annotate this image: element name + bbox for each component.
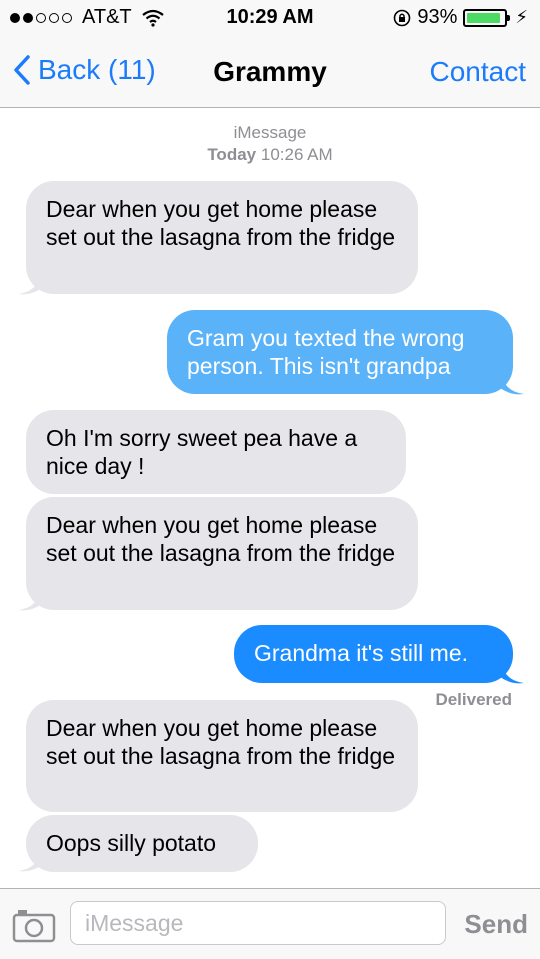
timestamp: Today 10:26 AM: [0, 144, 540, 166]
message-bubble-incoming[interactable]: Dear when you get home please set out th…: [26, 181, 418, 294]
rotation-lock-icon: [394, 9, 411, 26]
battery-percent: 93%: [417, 6, 458, 28]
nav-bar: Back (11) Grammy Contact: [0, 36, 540, 108]
timestamp-time: 10:26 AM: [260, 145, 333, 164]
bubble-tail-incoming: [18, 276, 42, 295]
message-bubble-incoming[interactable]: Oh I'm sorry sweet pea have a nice day !: [26, 410, 406, 494]
status-bar: AT&T 10:29 AM 93% ⚡︎: [0, 0, 540, 36]
bubble-tail-outgoing: [500, 665, 524, 684]
message-bubble-incoming[interactable]: Oops silly potato: [26, 815, 258, 872]
message-text: Oops silly potato: [46, 830, 217, 856]
message-bubble-outgoing[interactable]: Grandma it's still me.: [234, 625, 513, 683]
battery-fill: [467, 12, 501, 23]
message-bubble-incoming[interactable]: Dear when you get home please set out th…: [26, 700, 418, 812]
timestamp-day: Today: [207, 145, 257, 164]
battery-icon: [463, 8, 511, 27]
message-text: Dear when you get home please set out th…: [46, 196, 396, 250]
charging-bolt-icon: ⚡︎: [515, 7, 528, 27]
contact-button[interactable]: Contact: [430, 56, 527, 88]
message-text: Dear when you get home please set out th…: [46, 715, 396, 769]
compose-bar: Send: [0, 888, 540, 959]
service-label: iMessage: [233, 123, 307, 142]
delivered-status: Delivered: [435, 690, 512, 709]
bubble-tail-outgoing: [500, 376, 524, 395]
camera-icon[interactable]: [12, 907, 56, 943]
top-bar: AT&T 10:29 AM 93% ⚡︎ Back (11) Grammy Co…: [0, 0, 540, 108]
bubble-tail-incoming: [18, 592, 42, 611]
message-input[interactable]: [70, 901, 446, 945]
message-bubble-outgoing[interactable]: Gram you texted the wrong person. This i…: [167, 310, 513, 394]
message-text: Gram you texted the wrong person. This i…: [187, 325, 465, 379]
message-text: Grandma it's still me.: [254, 640, 468, 666]
bubble-tail-incoming: [18, 853, 42, 872]
message-bubble-incoming[interactable]: Dear when you get home please set out th…: [26, 497, 418, 610]
message-text: Dear when you get home please set out th…: [46, 512, 396, 566]
send-button[interactable]: Send: [464, 909, 528, 940]
status-right: 93% ⚡︎: [393, 6, 528, 29]
conversation-header: iMessage Today 10:26 AM: [0, 122, 540, 166]
message-text: Oh I'm sorry sweet pea have a nice day !: [46, 425, 358, 479]
